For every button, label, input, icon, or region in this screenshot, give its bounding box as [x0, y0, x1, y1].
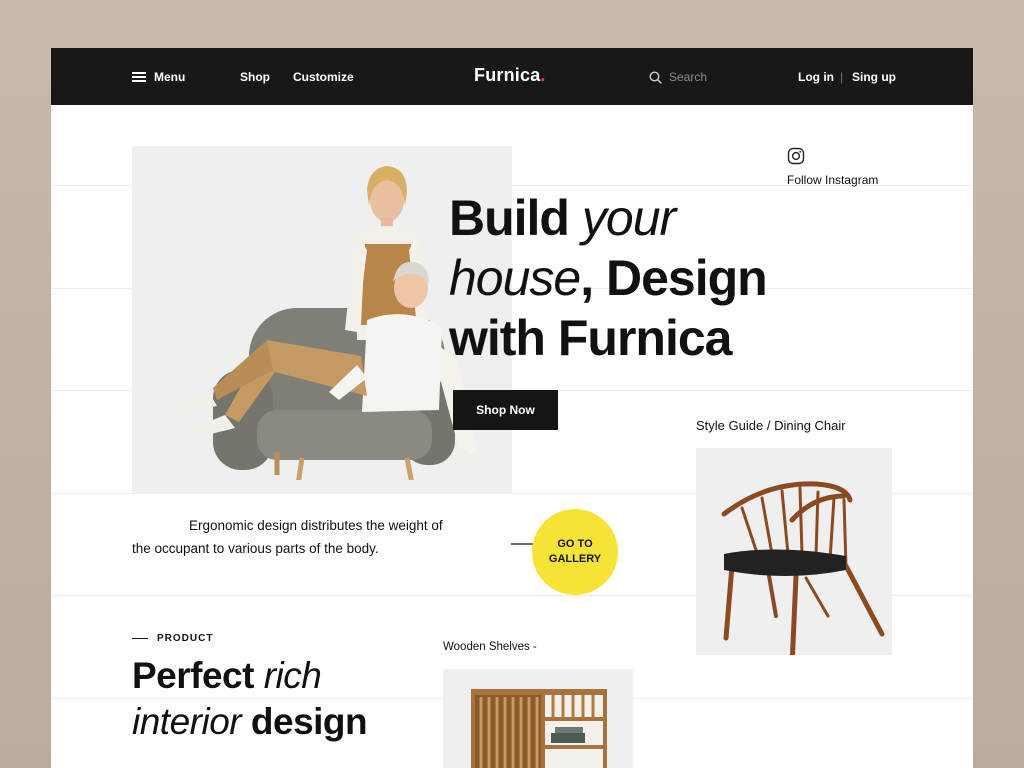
follow-instagram-link[interactable]: Follow Instagram — [787, 173, 878, 187]
hero-people-armchair-image — [177, 166, 477, 480]
search-icon — [649, 70, 662, 84]
title-word-perfect: Perfect — [132, 655, 254, 696]
top-navbar: Menu Shop Customize Furnica. Search Log … — [51, 48, 973, 105]
landing-page-frame: Menu Shop Customize Furnica. Search Log … — [51, 48, 973, 768]
title-word-design: design — [250, 701, 368, 742]
nav-link-shop[interactable]: Shop — [240, 70, 270, 84]
style-guide-breadcrumb: Style Guide / Dining Chair — [696, 418, 846, 433]
login-link[interactable]: Log in — [798, 70, 834, 84]
search-field[interactable]: Search — [649, 70, 707, 84]
nav-link-customize[interactable]: Customize — [293, 70, 354, 84]
logo-text: Furnica — [474, 65, 541, 85]
wooden-shelves-image — [471, 689, 607, 768]
title-word-interior: interior — [132, 701, 242, 742]
headline-word-design: , Design — [580, 250, 767, 306]
search-placeholder: Search — [669, 70, 708, 84]
style-guide-label[interactable]: Style Guide — [696, 418, 763, 433]
menu-label: Menu — [154, 70, 186, 84]
wooden-shelves-label[interactable]: Wooden Shelves - — [443, 641, 537, 653]
headline-word-house: house — [449, 250, 581, 306]
go-to-gallery-button[interactable]: GO TO GALLERY — [532, 509, 618, 595]
hero-headline: Build your house, Design with Furnica — [449, 188, 768, 368]
hero-description: Ergonomic design distributes the weight … — [132, 514, 492, 560]
title-word-rich: rich — [263, 655, 322, 696]
logo-dot: . — [540, 65, 546, 85]
headline-with-furnica: with Furnica — [449, 310, 732, 366]
description-line-2: the occupant to various parts of the bod… — [132, 541, 379, 556]
product-section-tag: PRODUCT — [132, 633, 213, 644]
dining-chair-card[interactable] — [696, 448, 892, 669]
headline-word-your: your — [581, 190, 676, 246]
headline-word-build: Build — [449, 190, 570, 246]
nav-separator: | — [840, 70, 844, 84]
wooden-shelves-card[interactable] — [443, 669, 633, 768]
description-line-1: Ergonomic design distributes the weight … — [189, 518, 443, 533]
product-tag-label: PRODUCT — [157, 633, 214, 644]
brand-logo[interactable]: Furnica. — [474, 65, 546, 86]
menu-button[interactable]: Menu — [132, 70, 185, 84]
signup-link[interactable]: Sing up — [852, 70, 896, 84]
shop-now-button[interactable]: Shop Now — [453, 390, 558, 430]
dining-chair-image — [721, 481, 885, 669]
dining-chair-label[interactable]: Dining Chair — [774, 418, 846, 433]
tag-dash — [132, 638, 148, 639]
product-title: Perfect rich interior design — [132, 653, 368, 745]
hamburger-icon — [132, 72, 146, 82]
instagram-icon[interactable] — [787, 147, 805, 165]
breadcrumb-separator: / — [766, 418, 771, 433]
